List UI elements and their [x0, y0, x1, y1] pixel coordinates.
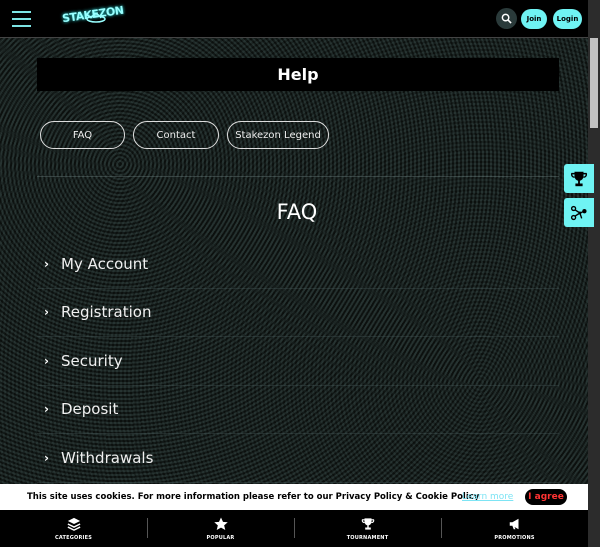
side-tournament-button[interactable] — [564, 164, 594, 193]
search-button[interactable] — [496, 8, 517, 29]
chevron-right-icon: › — [44, 353, 49, 368]
faq-item-my-account[interactable]: › My Account — [37, 240, 559, 289]
search-icon — [501, 13, 512, 24]
tab-stakezon-legend[interactable]: Stakezon Legend — [227, 121, 329, 149]
chevron-right-icon: › — [44, 256, 49, 271]
tab-contact[interactable]: Contact — [133, 121, 219, 149]
faq-item-label: Security — [61, 351, 123, 370]
ufo-icon — [86, 13, 106, 23]
nav-label: PROMOTIONS — [494, 534, 535, 541]
faq-item-deposit[interactable]: › Deposit — [37, 386, 559, 434]
divider — [37, 176, 559, 177]
cookie-text: This site uses cookies. For more informa… — [27, 492, 480, 502]
nav-label: POPULAR — [206, 534, 235, 541]
tab-faq[interactable]: FAQ — [40, 121, 125, 149]
network-icon — [570, 205, 587, 220]
megaphone-icon — [509, 518, 518, 529]
faq-heading: FAQ — [276, 200, 318, 224]
cookie-banner: This site uses cookies. For more informa… — [0, 484, 588, 510]
layers-icon — [67, 517, 80, 531]
nav-label: TOURNAMENT — [346, 534, 389, 541]
faq-list: › My Account › Registration › Security ›… — [37, 240, 559, 483]
bottom-nav: CATEGORIES POPULAR TOURNAMENT PROMOTIONS — [0, 510, 588, 547]
faq-item-label: Deposit — [61, 400, 119, 419]
page-title: Help — [37, 58, 559, 91]
learn-more-link[interactable]: Learn more — [462, 492, 513, 502]
scrollbar[interactable] — [588, 0, 600, 547]
side-network-button[interactable] — [564, 198, 594, 227]
faq-item-label: Registration — [61, 303, 152, 322]
faq-item-label: Withdrawals — [61, 448, 154, 467]
nav-categories[interactable]: CATEGORIES — [0, 510, 147, 547]
chevron-right-icon: › — [44, 450, 49, 465]
faq-item-registration[interactable]: › Registration — [37, 289, 559, 337]
scrollbar-thumb[interactable] — [590, 38, 598, 128]
chevron-right-icon: › — [44, 402, 49, 417]
nav-promotions[interactable]: PROMOTIONS — [441, 510, 588, 547]
chevron-right-icon: › — [44, 305, 49, 320]
nav-label: CATEGORIES — [54, 534, 93, 541]
login-button[interactable]: Login — [553, 9, 582, 29]
faq-item-withdrawals[interactable]: › Withdrawals — [37, 434, 559, 483]
star-icon — [213, 516, 228, 530]
agree-button[interactable]: I agree — [525, 489, 567, 505]
faq-item-security[interactable]: › Security — [37, 337, 559, 386]
trophy-icon — [570, 171, 588, 186]
nav-popular[interactable]: POPULAR — [147, 510, 294, 547]
faq-item-label: My Account — [61, 254, 149, 273]
menu-icon[interactable] — [12, 11, 31, 27]
nav-tournament[interactable]: TOURNAMENT — [294, 510, 441, 547]
top-bar: STAKEZON Join Login — [0, 0, 588, 38]
join-button[interactable]: Join — [521, 9, 547, 29]
help-tabs: FAQ Contact Stakezon Legend — [40, 121, 329, 149]
trophy-icon — [361, 517, 374, 530]
